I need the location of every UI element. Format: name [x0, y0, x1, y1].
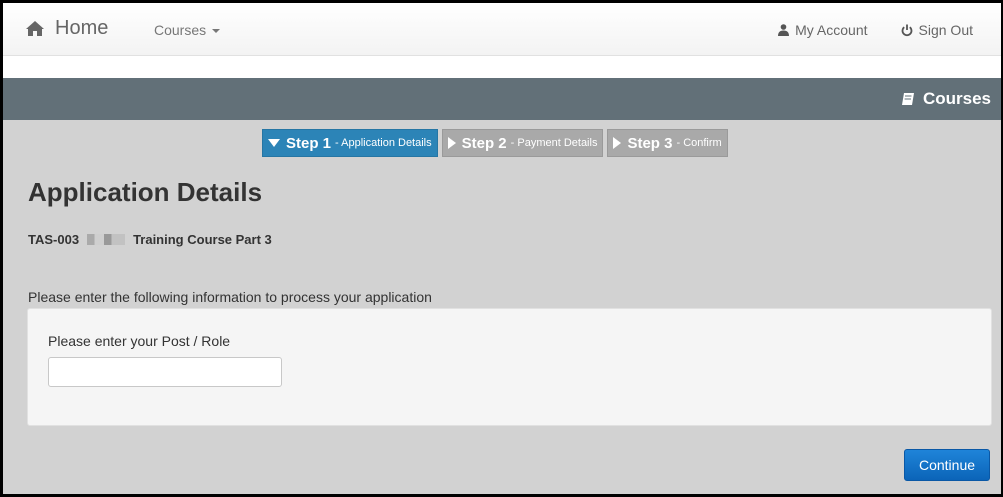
caret-right-icon [447, 137, 456, 149]
user-icon [778, 24, 790, 36]
step-3-sublabel: - Confirm [676, 137, 722, 149]
step-2-sublabel: - Payment Details [510, 137, 598, 149]
sign-out-link[interactable]: Sign Out [901, 22, 973, 38]
section-header: Courses [3, 78, 1001, 120]
top-navbar: Home Courses My Account Sign Out [3, 3, 1001, 56]
section-title: Courses [901, 89, 991, 109]
section-title-label: Courses [922, 89, 991, 108]
caret-down-icon [268, 139, 280, 147]
step-wizard: Step 1 - Application Details Step 2 - Pa… [262, 129, 732, 157]
home-link[interactable]: Home [25, 17, 108, 40]
home-icon [26, 21, 44, 36]
my-account-link[interactable]: My Account [778, 22, 868, 38]
navbar-spacer [3, 56, 1001, 78]
page-title: Application Details [28, 177, 263, 207]
step-1-label: Step 1 [286, 134, 332, 152]
continue-button[interactable]: Continue [904, 449, 990, 481]
sign-out-label: Sign Out [918, 22, 973, 38]
step-3-label: Step 3 [627, 134, 673, 152]
course-title: TAS-003 Training Course Part 3 [28, 232, 272, 247]
courses-menu-label: Courses [154, 22, 207, 38]
step-1-sublabel: - Application Details [335, 137, 432, 149]
chevron-down-icon [212, 29, 221, 33]
redacted-text [87, 234, 126, 245]
step-3[interactable]: Step 3 - Confirm [607, 129, 728, 157]
course-name: Training Course Part 3 [133, 232, 272, 247]
navbar-right: My Account Sign Out [778, 22, 1001, 38]
post-role-input[interactable] [48, 357, 282, 387]
course-code: TAS-003 [28, 232, 80, 247]
my-account-label: My Account [795, 22, 868, 38]
form-instructions: Please enter the following information t… [28, 289, 432, 305]
home-label: Home [55, 17, 109, 39]
book-icon [901, 93, 914, 105]
app-frame: Home Courses My Account Sign Out Courses… [0, 0, 1003, 497]
courses-dropdown[interactable]: Courses [154, 22, 221, 38]
step-2[interactable]: Step 2 - Payment Details [441, 129, 604, 157]
post-role-label: Please enter your Post / Role [48, 333, 231, 349]
form-panel: Please enter your Post / Role [27, 308, 992, 426]
step-2-label: Step 2 [461, 134, 507, 152]
step-1[interactable]: Step 1 - Application Details [262, 129, 438, 157]
power-icon [901, 24, 912, 36]
caret-right-icon [613, 137, 622, 149]
